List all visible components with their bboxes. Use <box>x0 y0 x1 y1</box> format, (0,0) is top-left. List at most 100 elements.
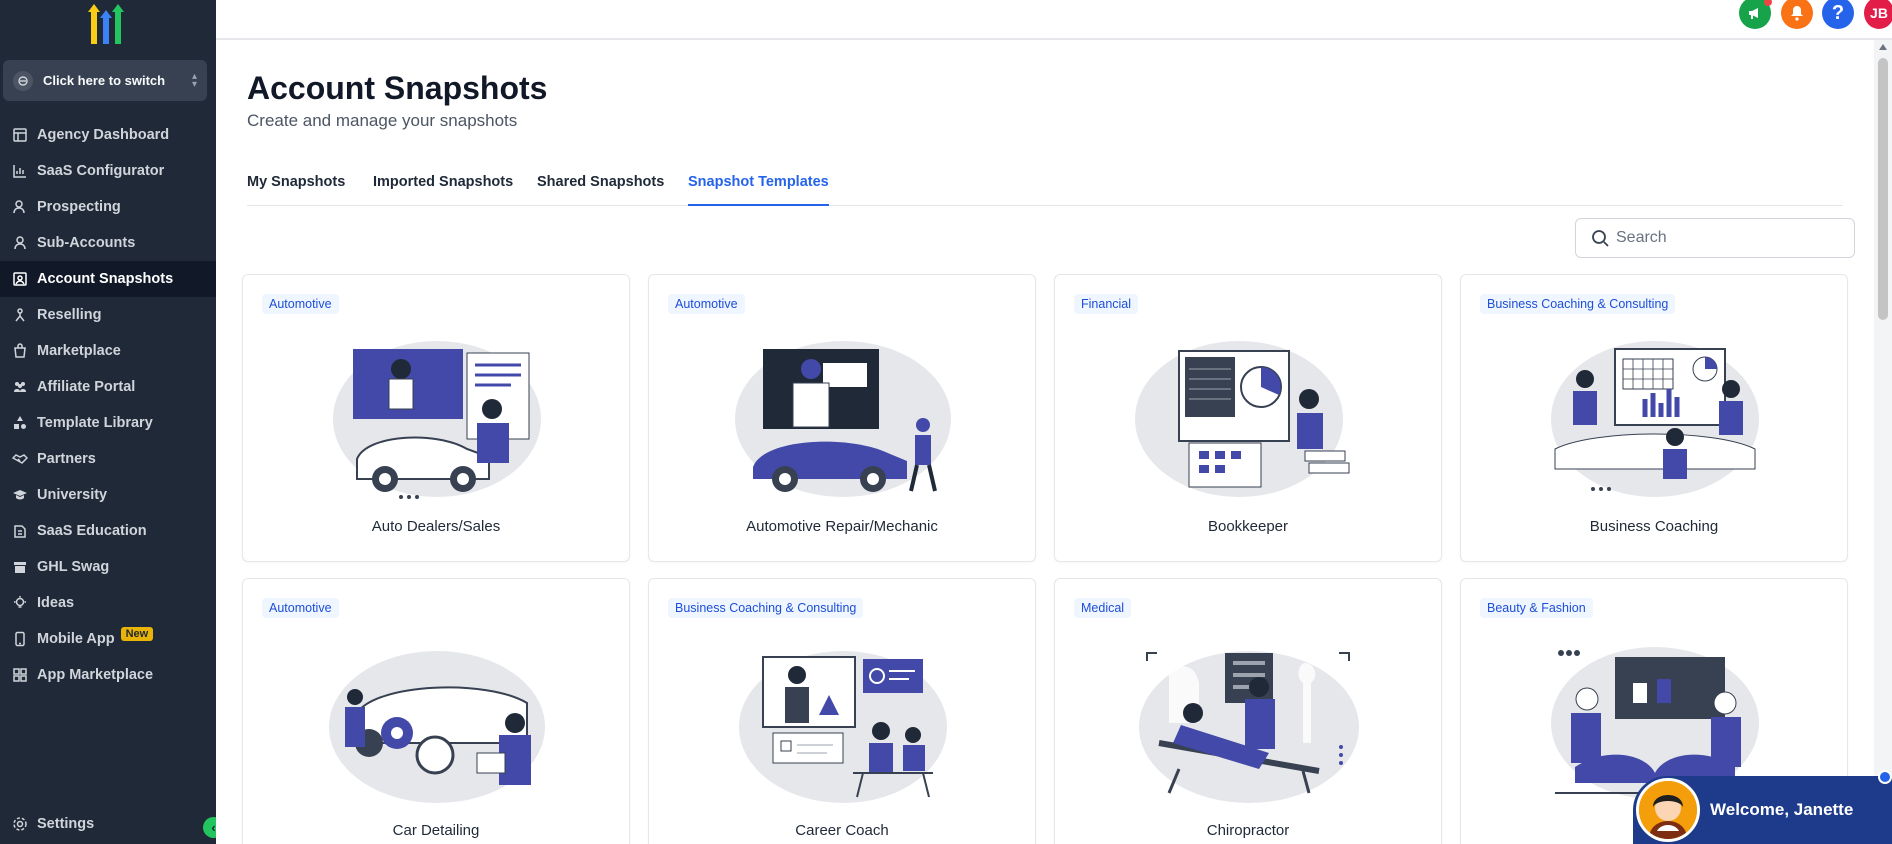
handshake-icon <box>11 450 29 468</box>
tab-imported-snapshots[interactable]: Imported Snapshots <box>373 164 513 206</box>
card-title: Automotive Repair/Mechanic <box>746 518 938 535</box>
search-icon <box>1592 230 1609 247</box>
sidebar-item-label: App Marketplace <box>37 667 154 683</box>
scroll-up-arrow-icon[interactable] <box>1879 44 1887 50</box>
card-title: Business Coaching <box>1589 518 1719 535</box>
reselling-icon <box>11 306 29 324</box>
sidebar-item-label: University <box>37 487 108 503</box>
chart-icon <box>11 162 29 180</box>
account-switcher[interactable]: Click here to switch ▴ ▾ <box>3 60 207 101</box>
sidebar-item-app-marketplace[interactable]: App Marketplace <box>0 657 216 693</box>
sidebar-item-sub-accounts[interactable]: Sub-Accounts <box>0 225 216 261</box>
welcome-widget[interactable]: Welcome, Janette <box>1633 770 1892 844</box>
tab-my-snapshots[interactable]: My Snapshots <box>247 164 345 206</box>
sidebar: Click here to switch ▴ ▾ Agency Dashboard… <box>0 0 224 844</box>
bookkeeper-illustration <box>1135 341 1350 497</box>
sidebar-item-label: Affiliate Portal <box>37 379 136 395</box>
user-avatar[interactable]: JB <box>1864 0 1892 29</box>
business-coaching-illustration <box>1551 341 1759 497</box>
education-icon <box>11 522 29 540</box>
question-icon: ? <box>1831 1 1845 24</box>
bell-icon <box>1791 6 1803 21</box>
sidebar-item-label: SaaS Education <box>37 523 147 539</box>
auto-dealers-illustration <box>333 341 541 499</box>
sidebar-item-label: Prospecting <box>37 199 121 215</box>
card-title: Car Detailing <box>392 822 480 839</box>
close-icon[interactable] <box>1878 770 1892 784</box>
main-content: Account Snapshots Create and manage your… <box>216 40 1872 844</box>
automotive-repair-illustration <box>735 341 951 497</box>
megaphone-icon <box>1749 8 1758 19</box>
template-card-auto-dealers[interactable]: Automotive Auto Dealers/Sales <box>242 274 630 562</box>
card-title: Bookkeeper <box>1207 518 1289 535</box>
tab-shared-snapshots[interactable]: Shared Snapshots <box>537 164 664 206</box>
bag-icon <box>11 342 29 360</box>
template-card-career-coach[interactable]: Business Coaching & Consulting Career Co… <box>648 578 1036 844</box>
chevron-updown-icon: ▴ ▾ <box>191 70 197 90</box>
page-title: Account Snapshots <box>247 70 548 106</box>
sidebar-item-agency-dashboard[interactable]: Agency Dashboard <box>0 117 216 153</box>
category-tag: Automotive <box>668 294 745 314</box>
sidebar-item-mobile-app[interactable]: Mobile App New <box>0 621 216 657</box>
sidebar-item-prospecting[interactable]: Prospecting <box>0 189 216 225</box>
template-card-business-coaching[interactable]: Business Coaching & Consulting Business … <box>1460 274 1848 562</box>
sidebar-item-template-library[interactable]: Template Library <box>0 405 216 441</box>
sidebar-nav: Agency Dashboard SaaS Configurator Prosp… <box>0 117 216 693</box>
dashboard-icon <box>11 126 29 144</box>
template-card-chiropractor[interactable]: Medical Chiropractor <box>1054 578 1442 844</box>
category-tag: Medical <box>1074 598 1132 618</box>
users-icon <box>11 378 29 396</box>
shapes-icon <box>11 414 29 432</box>
sidebar-item-label: Settings <box>37 816 95 832</box>
gear-icon <box>11 815 29 833</box>
sidebar-item-partners[interactable]: Partners <box>0 441 216 477</box>
template-card-car-detailing[interactable]: Automotive Car Detailing <box>242 578 630 844</box>
tab-snapshot-templates[interactable]: Snapshot Templates <box>688 164 829 206</box>
top-bar: ? JB <box>216 0 1892 40</box>
sidebar-item-ideas[interactable]: Ideas <box>0 585 216 621</box>
sidebar-item-label: Reselling <box>37 307 102 323</box>
category-tag: Automotive <box>262 598 339 618</box>
prospecting-icon <box>11 198 29 216</box>
help-button[interactable]: ? <box>1822 0 1854 29</box>
sidebar-item-saas-education[interactable]: SaaS Education <box>0 513 216 549</box>
sidebar-item-label: Account Snapshots <box>37 271 174 287</box>
category-tag: Financial <box>1074 294 1139 314</box>
sidebar-item-label: Ideas <box>37 595 75 611</box>
mobile-icon <box>11 630 29 648</box>
app-logo[interactable] <box>80 4 132 44</box>
category-tag: Business Coaching & Consulting <box>1480 294 1676 314</box>
store-icon <box>11 558 29 576</box>
notification-dot <box>1764 0 1772 6</box>
sidebar-item-label: Template Library <box>37 415 153 431</box>
page-scrollbar[interactable] <box>1874 40 1892 844</box>
sidebar-item-label: SaaS Configurator <box>37 163 165 179</box>
sidebar-item-label: Partners <box>37 451 96 467</box>
template-card-automotive-repair[interactable]: Automotive Automotive Repair/Mechanic <box>648 274 1036 562</box>
sidebar-item-label: Mobile App <box>37 631 115 647</box>
graduation-icon <box>11 486 29 504</box>
card-title: Career Coach <box>795 822 889 839</box>
notifications-button[interactable] <box>1781 0 1813 29</box>
chiropractor-illustration <box>1139 651 1359 803</box>
search-input[interactable] <box>1616 229 1836 247</box>
card-title: Chiropractor <box>1206 822 1290 839</box>
lightbulb-icon <box>11 594 29 612</box>
sidebar-item-affiliate-portal[interactable]: Affiliate Portal <box>0 369 216 405</box>
switch-icon <box>13 70 33 91</box>
sidebar-item-saas-configurator[interactable]: SaaS Configurator <box>0 153 216 189</box>
sidebar-item-ghl-swag[interactable]: GHL Swag <box>0 549 216 585</box>
sidebar-item-marketplace[interactable]: Marketplace <box>0 333 216 369</box>
career-coach-illustration <box>739 651 947 803</box>
card-title: Auto Dealers/Sales <box>371 518 501 535</box>
template-card-bookkeeper[interactable]: Financial Bookkeeper <box>1054 274 1442 562</box>
switcher-label: Click here to switch <box>43 73 166 88</box>
scroll-thumb[interactable] <box>1878 58 1888 320</box>
snapshot-icon <box>11 270 29 288</box>
sidebar-item-reselling[interactable]: Reselling <box>0 297 216 333</box>
sidebar-item-label: GHL Swag <box>37 559 110 575</box>
search-box[interactable] <box>1575 218 1855 258</box>
sidebar-item-account-snapshots[interactable]: Account Snapshots <box>0 261 216 297</box>
sidebar-item-settings[interactable]: Settings <box>0 806 216 842</box>
sidebar-item-university[interactable]: University <box>0 477 216 513</box>
